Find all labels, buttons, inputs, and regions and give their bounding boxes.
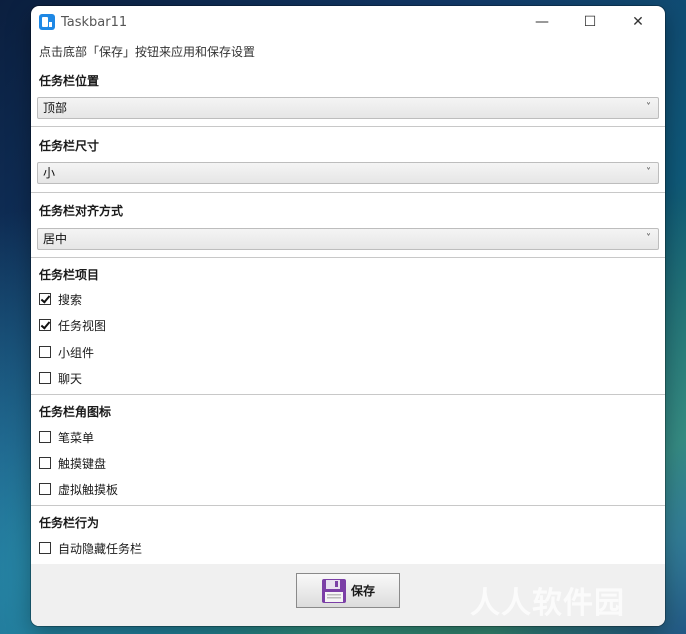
app-icon bbox=[39, 14, 55, 30]
checkbox-label: 触摸键盘 bbox=[58, 456, 107, 471]
checkbox-widgets[interactable]: 小组件 bbox=[39, 343, 94, 361]
chevron-down-icon: ˅ bbox=[646, 167, 651, 178]
checkbox-box[interactable] bbox=[39, 319, 51, 331]
checkbox-box[interactable] bbox=[39, 346, 51, 358]
alignment-label: 任务栏对齐方式 bbox=[39, 204, 124, 218]
size-select[interactable]: 小 ˅ bbox=[37, 162, 659, 184]
checkbox-label: 笔菜单 bbox=[58, 430, 95, 445]
position-label: 任务栏位置 bbox=[39, 74, 100, 88]
divider bbox=[31, 505, 665, 506]
checkbox-box[interactable] bbox=[39, 542, 51, 554]
behavior-label: 任务栏行为 bbox=[39, 516, 100, 530]
corner-icons-label: 任务栏角图标 bbox=[39, 405, 112, 419]
save-label: 保存 bbox=[350, 584, 375, 598]
divider bbox=[31, 192, 665, 193]
chevron-down-icon: ˅ bbox=[646, 233, 651, 244]
checkbox-chat[interactable]: 聊天 bbox=[39, 369, 82, 387]
position-value: 顶部 bbox=[43, 101, 68, 115]
checkbox-label: 小组件 bbox=[58, 345, 95, 360]
window-title: Taskbar11 bbox=[61, 15, 128, 30]
checkbox-box[interactable] bbox=[39, 483, 51, 495]
checkbox-box[interactable] bbox=[39, 372, 51, 384]
checkbox-label: 任务视图 bbox=[58, 318, 107, 333]
save-button[interactable]: 保存 bbox=[296, 573, 400, 608]
title-bar[interactable]: Taskbar11 — ☐ ✕ bbox=[31, 6, 665, 40]
taskbar-items-label: 任务栏项目 bbox=[39, 268, 100, 282]
close-button[interactable]: ✕ bbox=[615, 6, 661, 38]
checkbox-auto-hide[interactable]: 自动隐藏任务栏 bbox=[39, 539, 142, 557]
maximize-button[interactable]: ☐ bbox=[567, 6, 613, 38]
checkbox-search[interactable]: 搜索 bbox=[39, 290, 82, 308]
alignment-select[interactable]: 居中 ˅ bbox=[37, 228, 659, 250]
app-window: Taskbar11 — ☐ ✕ 点击底部「保存」按钮来应用和保存设置 任务栏位置… bbox=[31, 6, 665, 626]
checkbox-touch-keyboard[interactable]: 触摸键盘 bbox=[39, 454, 106, 472]
checkbox-label: 自动隐藏任务栏 bbox=[58, 541, 143, 556]
checkbox-box[interactable] bbox=[39, 431, 51, 443]
checkbox-box[interactable] bbox=[39, 293, 51, 305]
checkbox-pen-menu[interactable]: 笔菜单 bbox=[39, 428, 94, 446]
divider bbox=[31, 126, 665, 127]
checkbox-label: 虚拟触摸板 bbox=[58, 482, 119, 497]
floppy-disk-icon bbox=[321, 578, 347, 604]
position-select[interactable]: 顶部 ˅ bbox=[37, 97, 659, 119]
checkbox-label: 聊天 bbox=[58, 371, 83, 386]
size-value: 小 bbox=[43, 166, 56, 180]
checkbox-box[interactable] bbox=[39, 457, 51, 469]
checkbox-task-view[interactable]: 任务视图 bbox=[39, 316, 106, 334]
instruction-text: 点击底部「保存」按钮来应用和保存设置 bbox=[39, 45, 256, 59]
size-label: 任务栏尺寸 bbox=[39, 139, 100, 153]
alignment-value: 居中 bbox=[43, 232, 68, 246]
watermark: 人人软件园 bbox=[470, 586, 625, 621]
checkbox-virtual-touchpad[interactable]: 虚拟触摸板 bbox=[39, 480, 118, 498]
minimize-button[interactable]: — bbox=[519, 6, 565, 38]
chevron-down-icon: ˅ bbox=[646, 102, 651, 113]
divider bbox=[31, 257, 665, 258]
checkbox-label: 搜索 bbox=[58, 292, 83, 307]
divider bbox=[31, 394, 665, 395]
